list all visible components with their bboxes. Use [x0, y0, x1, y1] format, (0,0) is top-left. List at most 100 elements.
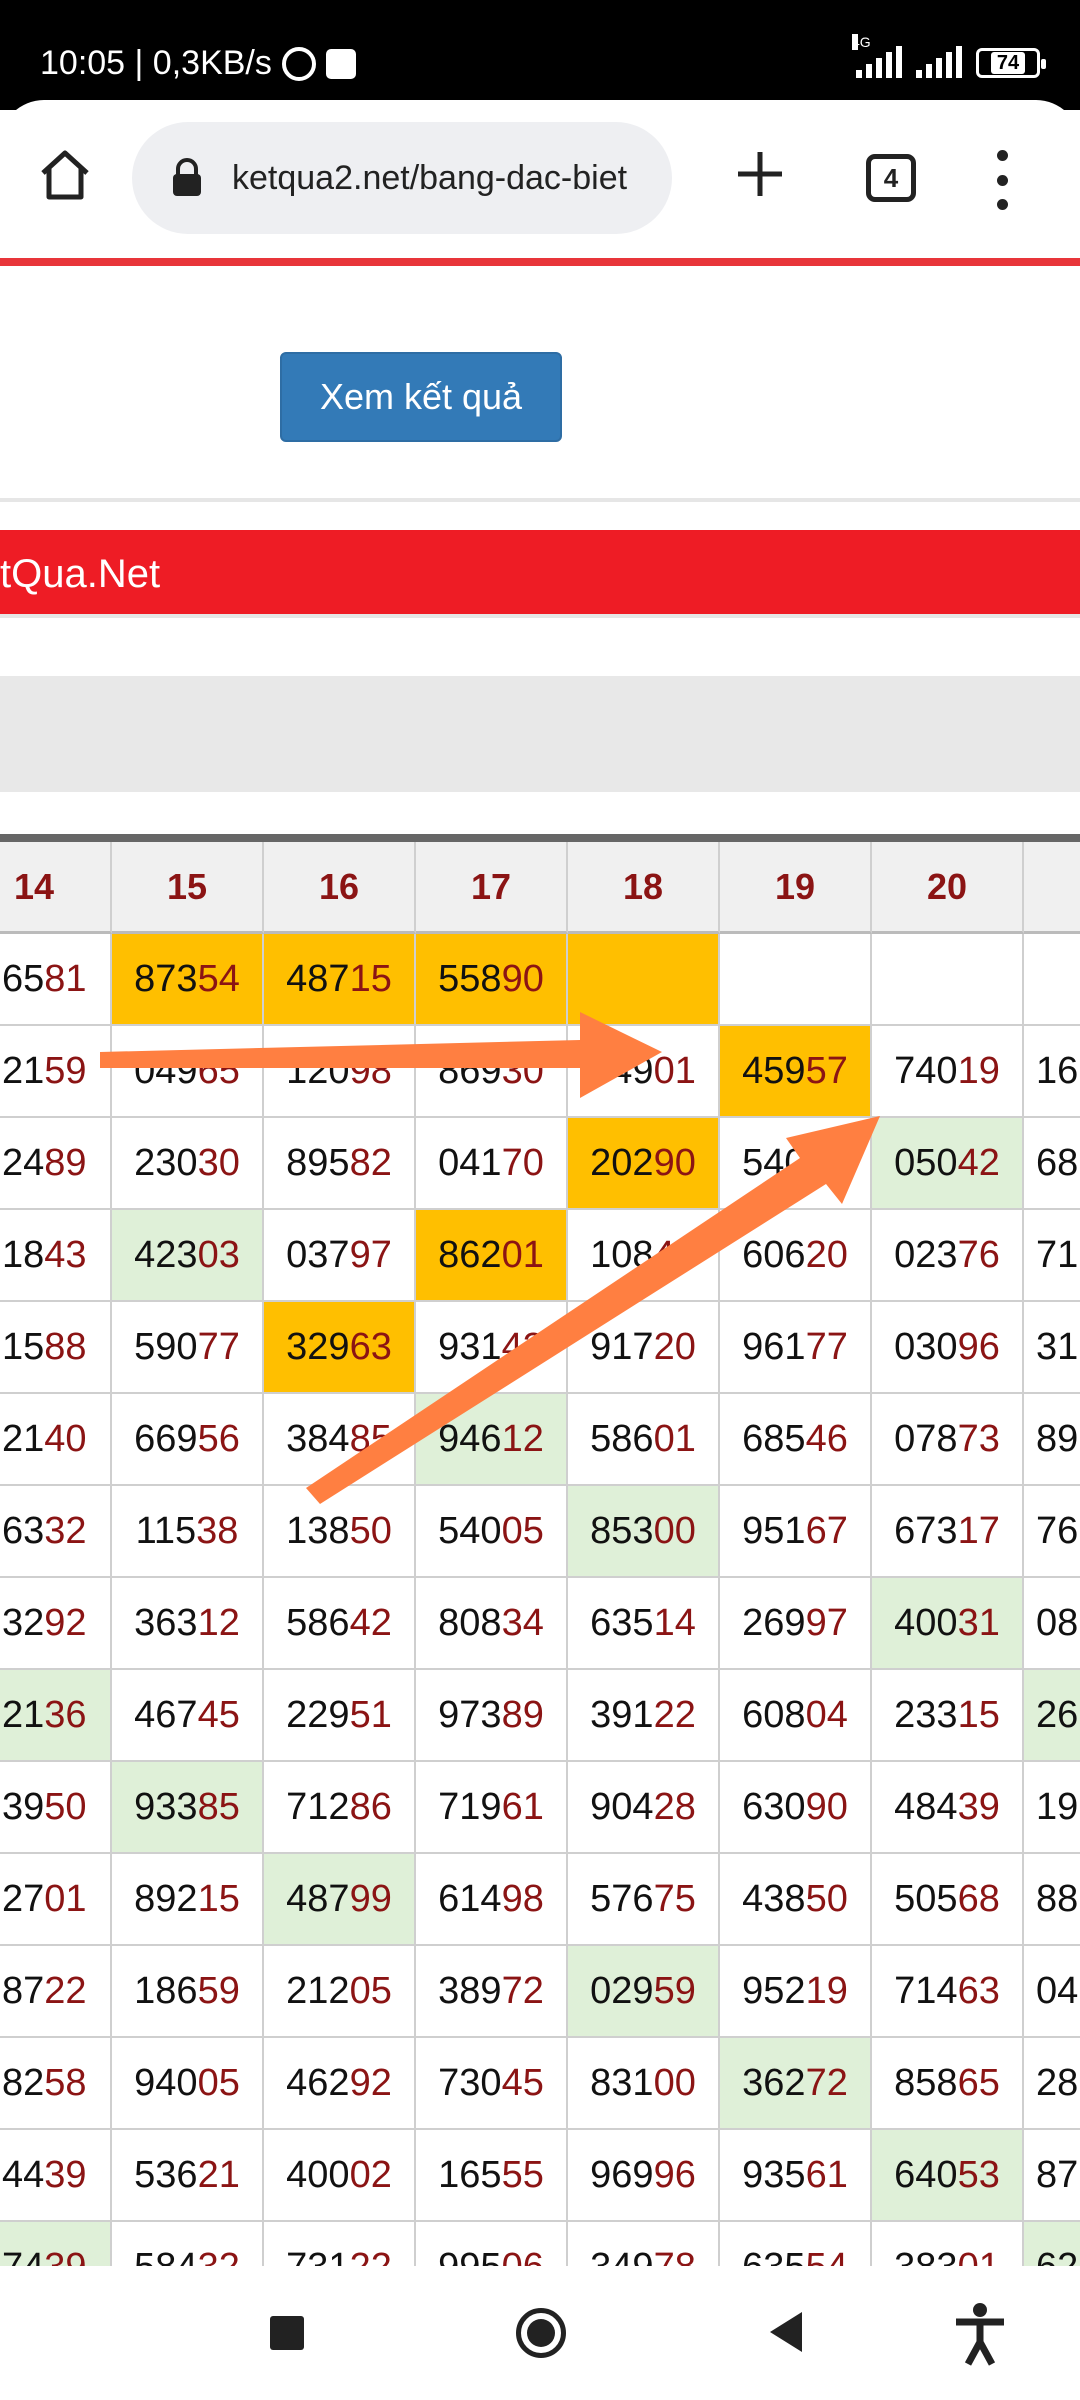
table-cell: 22951 — [264, 1670, 416, 1762]
table-cell: 2489 — [0, 1118, 112, 1210]
table-cell: 40002 — [264, 2130, 416, 2222]
plus-icon — [738, 152, 782, 196]
table-row: 2159 04965 12098 86930 44901 45957 74019 16 — [0, 1026, 1080, 1118]
table-cell: 59077 — [112, 1302, 264, 1394]
table-cell: 04170 — [416, 1118, 568, 1210]
view-result-button[interactable]: Xem kết quả — [280, 352, 562, 442]
url-text[interactable]: ketqua2.net/bang-dac-biet — [232, 159, 652, 198]
table-cell — [872, 934, 1024, 1026]
nav-home-button[interactable] — [516, 2308, 566, 2358]
table-cell: 62 — [1024, 2222, 1080, 2266]
table-cell: 76 — [1024, 1486, 1080, 1578]
signal-strength-icon — [916, 46, 962, 78]
table-cell: 89582 — [264, 1118, 416, 1210]
accessibility-button[interactable] — [952, 2302, 1008, 2366]
table-cell: 71 — [1024, 1210, 1080, 1302]
table-cell: 1588 — [0, 1302, 112, 1394]
notification-icon — [325, 48, 356, 79]
table-cell: 44901 — [568, 1026, 720, 1118]
table-cell: 58601 — [568, 1394, 720, 1486]
table-cell: 95219 — [720, 1946, 872, 2038]
table-cell: 08 — [1024, 1578, 1080, 1670]
table-cell: 48715 — [264, 934, 416, 1026]
table-cell: 54005 — [416, 1486, 568, 1578]
table-cell: 91720 — [568, 1302, 720, 1394]
table-cell: 80834 — [416, 1578, 568, 1670]
tab-switcher-button[interactable]: 4 — [866, 154, 916, 202]
column-header: 16 — [264, 842, 416, 934]
menu-dot-icon — [996, 150, 1008, 161]
table-cell: 36272 — [720, 2038, 872, 2130]
table-cell: 99506 — [416, 2222, 568, 2266]
table-cell: 90428 — [568, 1762, 720, 1854]
table-cell: 2136 — [0, 1670, 112, 1762]
table-cell: 1843 — [0, 1210, 112, 1302]
network-type-label: 4G — [852, 34, 871, 50]
table-cell: 2701 — [0, 1854, 112, 1946]
table-cell: 58642 — [264, 1578, 416, 1670]
table-cell: 46292 — [264, 2038, 416, 2130]
table-cell: 48439 — [872, 1762, 1024, 1854]
home-button[interactable] — [30, 140, 100, 210]
table-cell: 48799 — [264, 1854, 416, 1946]
table-cell: 63090 — [720, 1762, 872, 1854]
navigation-bar — [0, 2266, 1080, 2400]
table-cell: 50568 — [872, 1854, 1024, 1946]
table-cell: 02376 — [872, 1210, 1024, 1302]
table-cell: 2159 — [0, 1026, 112, 1118]
overflow-menu-button[interactable] — [990, 150, 1014, 210]
table-row: 8722 18659 21205 38972 02959 95219 71463 04 — [0, 1946, 1080, 2038]
table-cell: 83100 — [568, 2038, 720, 2130]
table-cell: 43850 — [720, 1854, 872, 1946]
table-cell: 94612 — [416, 1394, 568, 1486]
back-button[interactable] — [770, 2312, 802, 2352]
table-cell: 10846 — [568, 1210, 720, 1302]
table-cell: 03096 — [872, 1302, 1024, 1394]
table-cell: 38972 — [416, 1946, 568, 2038]
table-row: 1588 59077 32963 93143 91720 96177 03096 31 — [0, 1302, 1080, 1394]
table-cell: 71961 — [416, 1762, 568, 1854]
table-cell: 16 — [1024, 1026, 1080, 1118]
menu-dot-icon — [996, 174, 1008, 186]
table-cell: 96177 — [720, 1302, 872, 1394]
new-tab-button[interactable] — [728, 142, 792, 206]
table-cell: 31 — [1024, 1302, 1080, 1394]
table-cell: 6332 — [0, 1486, 112, 1578]
column-header: 18 — [568, 842, 720, 934]
table-row: 6581 87354 48715 55890 — [0, 934, 1080, 1026]
table-cell: 93143 — [416, 1302, 568, 1394]
table-cell: 12098 — [264, 1026, 416, 1118]
table-cell: 97389 — [416, 1670, 568, 1762]
column-header: 15 — [112, 842, 264, 934]
table-cell: 73045 — [416, 2038, 568, 2130]
browser-toolbar: ketqua2.net/bang-dac-biet 4 — [0, 100, 1080, 260]
column-header — [1024, 842, 1080, 934]
table-cell: 67317 — [872, 1486, 1024, 1578]
table-row: 2136 46745 22951 97389 39122 60804 23315 26 — [0, 1670, 1080, 1762]
table-top-border — [0, 834, 1080, 842]
status-right: 4G 74 — [852, 34, 1046, 78]
mobile-signal-icon: 4G — [852, 34, 902, 78]
table-cell: 63514 — [568, 1578, 720, 1670]
table-cell: 7439 — [0, 2222, 112, 2266]
table-row: 2140 66956 38485 94612 58601 68546 07873 89 — [0, 1394, 1080, 1486]
table-cell: 96996 — [568, 2130, 720, 2222]
table-cell — [1024, 934, 1080, 1026]
table-row: 6332 11538 13850 54005 85300 95167 67317 76 — [0, 1486, 1080, 1578]
table-cell: 68 — [1024, 1118, 1080, 1210]
table-cell: 38485 — [264, 1394, 416, 1486]
table-cell: 73122 — [264, 2222, 416, 2266]
table-cell: 89215 — [112, 1854, 264, 1946]
grey-panel — [0, 676, 1080, 792]
table-cell: 71286 — [264, 1762, 416, 1854]
status-time-speed: 10:05 | 0,3KB/s — [40, 44, 272, 82]
address-bar[interactable]: ketqua2.net/bang-dac-biet — [132, 122, 672, 234]
table-cell: 32963 — [264, 1302, 416, 1394]
recent-apps-button[interactable] — [270, 2316, 304, 2350]
table-cell — [720, 934, 872, 1026]
table-cell: 04 — [1024, 1946, 1080, 2038]
table-cell: 40031 — [872, 1578, 1024, 1670]
table-cell: 60804 — [720, 1670, 872, 1762]
table-cell: 02959 — [568, 1946, 720, 2038]
table-row: 8258 94005 46292 73045 83100 36272 85865 28 — [0, 2038, 1080, 2130]
